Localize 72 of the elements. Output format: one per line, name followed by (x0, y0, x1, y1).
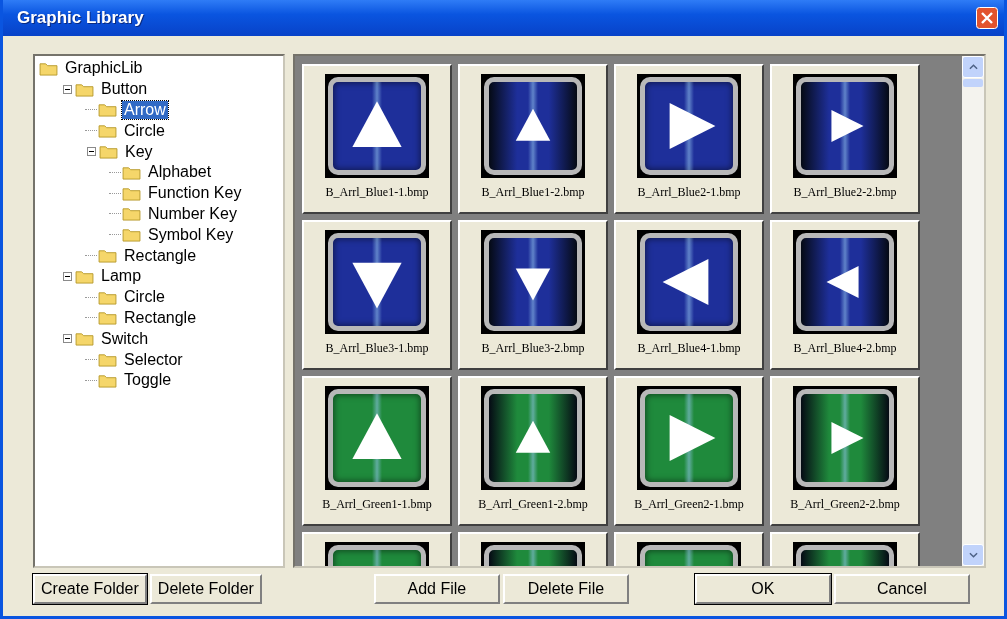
tree-item[interactable]: Key (123, 142, 155, 161)
file-tile[interactable]: B_Arrl_Blue3-2.bmp (458, 220, 608, 370)
folder-icon (122, 227, 141, 243)
file-name: B_Arrl_Blue4-2.bmp (793, 341, 897, 356)
folder-icon (75, 268, 94, 284)
file-tile[interactable]: B_Arrl_Green1-1.bmp (302, 376, 452, 526)
file-tile[interactable]: B_Arrl_Blue1-2.bmp (458, 64, 608, 214)
file-name: B_Arrl_Blue2-2.bmp (793, 185, 897, 200)
file-button[interactable]: Delete File (502, 574, 629, 604)
collapse-icon[interactable] (87, 147, 96, 157)
tree-item[interactable]: Symbol Key (146, 225, 236, 244)
scroll-thumb[interactable] (963, 79, 983, 87)
file-name: B_Arrl_Blue1-1.bmp (325, 185, 429, 200)
file-tile[interactable]: B_Arrl_Blue4-1.bmp (614, 220, 764, 370)
file-tile[interactable]: B_Arrl_Blue1-1.bmp (302, 64, 452, 214)
tree-item[interactable]: Circle (122, 121, 167, 140)
file-name: B_Arrl_Blue3-1.bmp (325, 341, 429, 356)
window-title: Graphic Library (17, 8, 144, 28)
folder-icon (98, 102, 117, 118)
tree-item[interactable]: GraphicLib (63, 59, 145, 78)
folder-icon (98, 352, 117, 368)
tree-item[interactable]: Selector (122, 350, 185, 369)
file-name: B_Arrl_Blue4-1.bmp (637, 341, 741, 356)
folder-icon (75, 81, 94, 97)
scrollbar[interactable] (962, 56, 984, 566)
collapse-icon[interactable] (63, 84, 72, 94)
tree-item[interactable]: Number Key (146, 204, 239, 223)
close-icon[interactable] (976, 7, 998, 29)
file-name: B_Arrl_Blue3-2.bmp (481, 341, 585, 356)
folder-icon (98, 372, 117, 388)
file-name: B_Arrl_Green1-1.bmp (322, 497, 432, 512)
tree-item[interactable]: Arrow (122, 101, 168, 119)
tree-item[interactable]: Toggle (122, 371, 174, 390)
tree-item[interactable]: Rectangle (122, 308, 199, 327)
scroll-up-icon[interactable] (968, 64, 978, 70)
folder-button[interactable]: Create Folder (33, 574, 147, 604)
tree-item[interactable]: Alphabet (146, 163, 214, 182)
file-name: B_Arrl_Blue2-1.bmp (637, 185, 741, 200)
tree-item[interactable]: Function Key (146, 184, 244, 203)
folder-icon (98, 248, 117, 264)
file-name: B_Arrl_Blue1-2.bmp (481, 185, 585, 200)
folder-icon (98, 289, 117, 305)
file-tile[interactable]: B_Arrl_Green2-1.bmp (614, 376, 764, 526)
file-name: B_Arrl_Green2-2.bmp (790, 497, 900, 512)
folder-icon (98, 310, 117, 326)
file-tile[interactable]: B_Arrl_Blue4-2.bmp (770, 220, 920, 370)
folder-icon (98, 123, 117, 139)
dialog-button[interactable]: Cancel (833, 574, 970, 604)
file-name: B_Arrl_Green1-2.bmp (478, 497, 588, 512)
folder-button[interactable]: Delete Folder (149, 574, 262, 604)
file-tile[interactable]: B_Arrl_Blue3-1.bmp (302, 220, 452, 370)
file-tile[interactable]: B_Arrl_Green2-2.bmp (770, 376, 920, 526)
collapse-icon[interactable] (63, 334, 72, 344)
file-button[interactable]: Add File (373, 574, 500, 604)
dialog-button[interactable]: OK (694, 574, 831, 604)
file-tile[interactable]: B_Arrl_Blue2-2.bmp (770, 64, 920, 214)
folder-icon (122, 185, 141, 201)
file-tile[interactable]: B_Arrl_Green1-2.bmp (458, 376, 608, 526)
folder-icon (122, 206, 141, 222)
folder-icon (122, 164, 141, 180)
tree-item[interactable]: Switch (99, 329, 151, 348)
tree-item[interactable]: Button (99, 80, 150, 99)
collapse-icon[interactable] (63, 271, 72, 281)
folder-icon (75, 331, 94, 347)
tree-item[interactable]: Rectangle (122, 246, 199, 265)
folder-icon (99, 144, 118, 160)
tree-item[interactable]: Lamp (99, 267, 144, 286)
file-name: B_Arrl_Green2-1.bmp (634, 497, 744, 512)
scroll-down-icon[interactable] (968, 552, 978, 558)
file-tile[interactable]: B_Arrl_Blue2-1.bmp (614, 64, 764, 214)
folder-icon (39, 60, 58, 76)
tree-item[interactable]: Circle (122, 288, 167, 307)
